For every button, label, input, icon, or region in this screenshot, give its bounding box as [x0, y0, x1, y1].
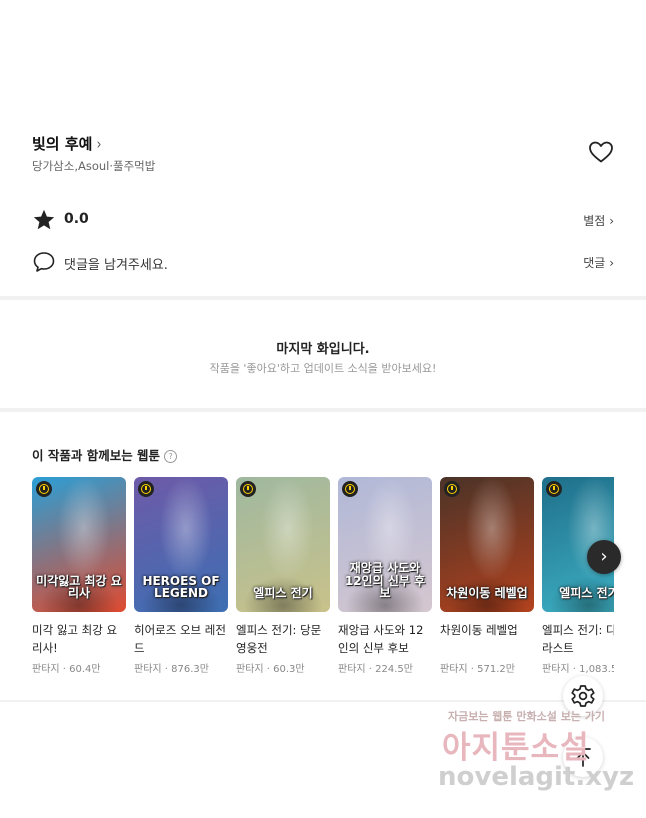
- webtoon-cover[interactable]: 미각잃고 최강 요리사: [32, 477, 126, 612]
- webtoon-card[interactable]: 엘피스 전기엘피스 전기: 당문영웅전판타지 · 60.3만: [236, 477, 330, 675]
- wait-free-clock-icon: [138, 481, 154, 497]
- cover-title-art: 차원이동 레벨업: [446, 586, 528, 601]
- settings-button[interactable]: [563, 676, 603, 716]
- recommendations-carousel[interactable]: 미각잃고 최강 요리사미각 잃고 최강 요리사! 판타지 · 60.4만 HEROE…: [32, 477, 614, 687]
- webtoon-genre: 판타지: [338, 664, 366, 675]
- webtoon-views: 60.4만: [69, 664, 101, 675]
- webtoon-title[interactable]: 미각 잃고 최강 요리사!: [32, 621, 126, 657]
- comment-link-label: 댓글: [583, 256, 606, 270]
- webtoon-views: 571.2만: [477, 664, 515, 675]
- cover-title-art: 재앙급 사도와 12인의 신부 후보: [344, 561, 426, 601]
- webtoon-card[interactable]: 미각잃고 최강 요리사미각 잃고 최강 요리사! 판타지 · 60.4만: [32, 477, 126, 675]
- chevron-right-icon: ›: [97, 135, 102, 153]
- meta-separator: ·: [59, 664, 70, 675]
- rating-row: 0.0 별점 ›: [32, 208, 614, 232]
- webtoon-meta: 판타지 · 876.3만: [134, 660, 228, 675]
- arrow-up-icon: [575, 748, 591, 767]
- meta-separator: ·: [467, 664, 478, 675]
- webtoon-cover[interactable]: HEROES OF LEGEND: [134, 477, 228, 612]
- cover-title-art: HEROES OF LEGEND: [142, 573, 220, 601]
- work-title: 빛의 후예: [32, 135, 93, 153]
- recommendations-heading-text: 이 작품과 함께보는 웹툰: [32, 448, 161, 463]
- webtoon-views: 1,083.5만: [579, 664, 614, 675]
- comment-link[interactable]: 댓글 ›: [583, 254, 614, 271]
- webtoon-title[interactable]: 엘피스 전기: 다크 라스트: [542, 621, 614, 657]
- heart-icon[interactable]: [588, 140, 614, 164]
- webtoon-title[interactable]: 히어로즈 오브 레전드: [134, 621, 228, 657]
- wait-free-clock-icon: [342, 481, 358, 497]
- last-episode-subtitle: 작품을 '좋아요'하고 업데이트 소식을 받아보세요!: [209, 362, 437, 375]
- rating-value: 0.0: [64, 211, 89, 227]
- gear-icon: [571, 685, 595, 707]
- webtoon-genre: 판타지: [134, 664, 162, 675]
- webtoon-card[interactable]: 엘피스 전기엘피스 전기: 다크 라스트판타지 · 1,083.5만: [542, 477, 614, 675]
- webtoon-genre: 판타지: [236, 664, 264, 675]
- webtoon-views: 224.5만: [375, 664, 413, 675]
- meta-separator: ·: [161, 664, 172, 675]
- webtoon-title[interactable]: 엘피스 전기: 당문영웅전: [236, 621, 330, 657]
- rating-link[interactable]: 별점 ›: [583, 212, 614, 229]
- webtoon-meta: 판타지 · 571.2만: [440, 660, 534, 675]
- star-icon: [33, 209, 55, 230]
- work-authors: 당가삼소,Asoul·풀주먹밥: [32, 159, 156, 173]
- webtoon-genre: 판타지: [542, 664, 570, 675]
- webtoon-views: 60.3만: [273, 664, 305, 675]
- wait-free-clock-icon: [240, 481, 256, 497]
- webtoon-genre: 판타지: [440, 664, 468, 675]
- wait-free-clock-icon: [546, 481, 562, 497]
- webtoon-card[interactable]: 재앙급 사도와 12인의 신부 후보 재앙급 사도와 12인의 신부 후보 판타지 …: [338, 477, 432, 675]
- rating-link-label: 별점: [583, 214, 606, 228]
- work-title-link[interactable]: 빛의 후예 ›: [32, 133, 102, 154]
- help-icon[interactable]: ?: [164, 450, 178, 463]
- meta-separator: ·: [365, 664, 376, 675]
- cover-title-art: 엘피스 전기: [559, 586, 614, 601]
- carousel-next-button[interactable]: ›: [587, 540, 621, 574]
- webtoon-views: 876.3만: [171, 664, 209, 675]
- cover-title-art: 엘피스 전기: [253, 586, 313, 601]
- meta-separator: ·: [569, 664, 580, 675]
- webtoon-cover[interactable]: 재앙급 사도와 12인의 신부 후보: [338, 477, 432, 612]
- comment-row[interactable]: 댓글을 남겨주세요. 댓글 ›: [32, 250, 614, 274]
- cover-title-art: 미각잃고 최강 요리사: [36, 573, 122, 601]
- chevron-right-icon: ›: [609, 256, 614, 270]
- scroll-top-button[interactable]: [563, 737, 603, 777]
- speech-bubble-icon: [33, 252, 55, 272]
- comment-prompt: 댓글을 남겨주세요.: [64, 258, 168, 273]
- webtoon-cover[interactable]: 엘피스 전기: [236, 477, 330, 612]
- watermark-domain: novelagit.xyz: [438, 762, 635, 792]
- recommendations-heading: 이 작품과 함께보는 웹툰?: [32, 445, 178, 464]
- chevron-right-icon: ›: [600, 546, 608, 567]
- webtoon-meta: 판타지 · 60.3만: [236, 660, 330, 675]
- webtoon-meta: 판타지 · 1,083.5만: [542, 660, 614, 675]
- meta-separator: ·: [263, 664, 274, 675]
- webtoon-title[interactable]: 재앙급 사도와 12인의 신부 후보: [338, 621, 432, 657]
- webtoon-genre: 판타지: [32, 664, 60, 675]
- webtoon-title[interactable]: 차원이동 레벨업: [440, 621, 534, 657]
- webtoon-card[interactable]: HEROES OF LEGEND 히어로즈 오브 레전드판타지 · 876.3만: [134, 477, 228, 675]
- wait-free-clock-icon: [444, 481, 460, 497]
- last-episode-title: 마지막 화입니다.: [276, 342, 370, 357]
- webtoon-cover[interactable]: 차원이동 레벨업: [440, 477, 534, 612]
- wait-free-clock-icon: [36, 481, 52, 497]
- chevron-right-icon: ›: [609, 214, 614, 228]
- webtoon-meta: 판타지 · 224.5만: [338, 660, 432, 675]
- webtoon-card[interactable]: 차원이동 레벨업 차원이동 레벨업 판타지 · 571.2만: [440, 477, 534, 675]
- webtoon-meta: 판타지 · 60.4만: [32, 660, 126, 675]
